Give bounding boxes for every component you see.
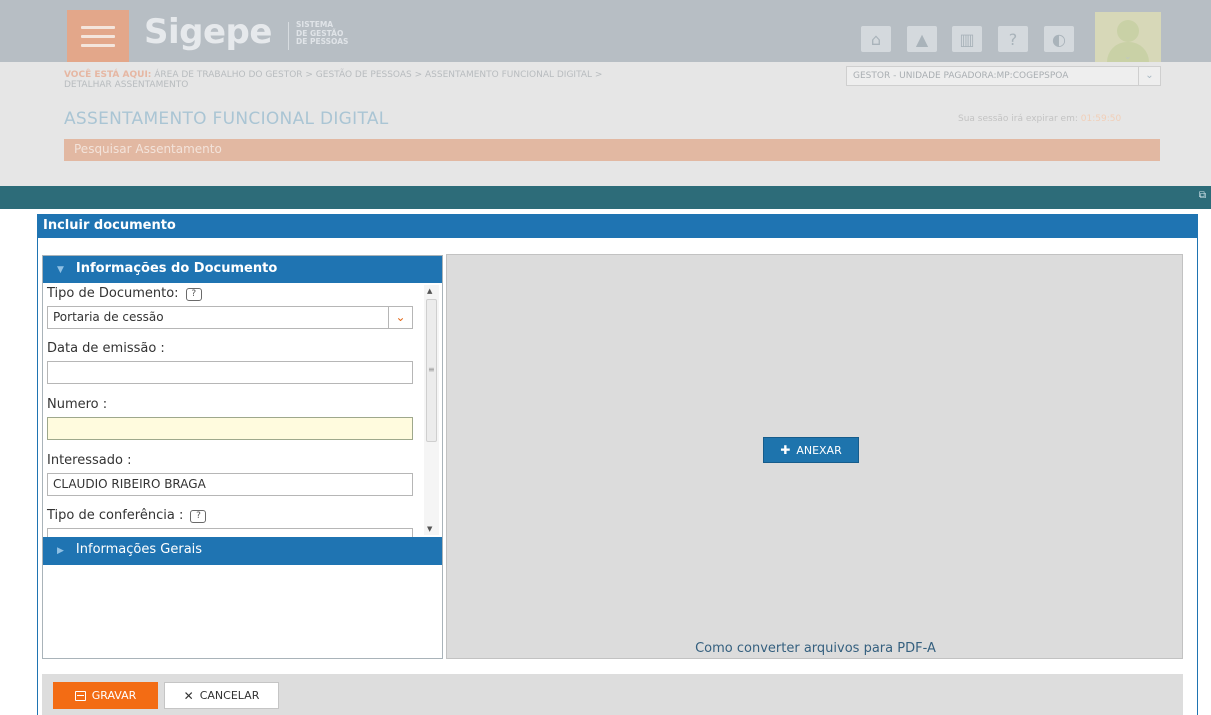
number-field[interactable] <box>47 417 413 440</box>
scroll-up-icon[interactable]: ▲ <box>427 287 432 295</box>
pdf-conversion-link[interactable]: Como converter arquivos para PDF-A <box>447 641 1184 656</box>
contrast-icon[interactable]: ◐ <box>1044 26 1074 52</box>
conference-type-label: Tipo de conferência : ? <box>47 508 207 523</box>
form-scrollbar[interactable]: ▲ ≡ ▼ <box>424 285 439 535</box>
scroll-down-icon[interactable]: ▼ <box>427 525 432 533</box>
dialog-footer: GRAVAR ✕ CANCELAR <box>42 674 1183 715</box>
background-app: Sigepe SISTEMA DE GESTÃO DE PESSOAS ⌂ ▲ … <box>0 0 1211 186</box>
issue-date-field[interactable] <box>47 361 413 384</box>
plus-icon: ✚ <box>780 443 791 457</box>
bell-icon[interactable]: ▲ <box>907 26 937 52</box>
cancel-button[interactable]: ✕ CANCELAR <box>164 682 279 709</box>
app-header: Sigepe SISTEMA DE GESTÃO DE PESSOAS ⌂ ▲ … <box>0 0 1211 62</box>
issue-date-label: Data de emissão : <box>47 341 165 356</box>
document-form-panel: ▼ Informações do Documento Tipo de Docume… <box>42 255 443 659</box>
document-type-select[interactable]: Portaria de cessão ⌄ <box>47 306 413 329</box>
save-icon <box>74 690 86 701</box>
help-icon[interactable]: ? <box>190 510 207 523</box>
grip-icon: ≡ <box>428 365 435 374</box>
accordion-general-info[interactable]: ▶ Informações Gerais <box>43 537 442 565</box>
home-icon[interactable]: ⌂ <box>861 26 891 52</box>
dialog-title: Incluir documento <box>38 214 1197 238</box>
close-icon: ✕ <box>183 688 194 703</box>
help-icon[interactable]: ? <box>185 288 202 301</box>
include-document-dialog: Incluir documento ▼ Informações do Docume… <box>37 214 1198 715</box>
document-type-label: Tipo de Documento: ? <box>47 286 202 301</box>
number-label: Numero : <box>47 397 108 412</box>
popout-icon[interactable]: ⧉ <box>1199 190 1206 201</box>
chevron-down-icon: ▼ <box>57 265 64 275</box>
book-icon[interactable]: ▥ <box>952 26 982 52</box>
app-logo-subtitle: SISTEMA DE GESTÃO DE PESSOAS <box>296 20 349 46</box>
save-button[interactable]: GRAVAR <box>53 682 158 709</box>
search-panel-header[interactable]: Pesquisar Assentamento <box>64 139 1160 161</box>
interested-label: Interessado : <box>47 453 132 468</box>
help-icon[interactable]: ? <box>998 26 1028 52</box>
role-select[interactable]: GESTOR - UNIDADE PAGADORA:MP:COGEPSPOA ⌄ <box>846 66 1161 86</box>
page-title: ASSENTAMENTO FUNCIONAL DIGITAL <box>64 109 389 129</box>
chevron-down-icon: ⌄ <box>388 307 412 328</box>
chevron-down-icon: ⌄ <box>1124 52 1132 62</box>
chevron-down-icon: ⌄ <box>1138 67 1160 85</box>
interested-field[interactable]: CLAUDIO RIBEIRO BRAGA <box>47 473 413 496</box>
menu-icon[interactable] <box>67 10 129 62</box>
conference-type-select[interactable] <box>47 528 413 537</box>
chevron-right-icon: ▶ <box>57 546 64 556</box>
document-info-form: Tipo de Documento: ? Portaria de cessão … <box>43 283 442 537</box>
attachment-panel: ✚ ANEXAR Como converter arquivos para PD… <box>446 254 1183 659</box>
accordion-document-info[interactable]: ▼ Informações do Documento <box>43 256 442 283</box>
session-timer: Sua sessão irá expirar em: 01:59:50 <box>958 114 1122 124</box>
logo-divider <box>288 22 289 50</box>
breadcrumb: VOCÊ ESTÁ AQUI: ÁREA DE TRABALHO DO GEST… <box>64 70 603 90</box>
modal-topbar: ⧉ <box>0 186 1211 209</box>
app-logo: Sigepe <box>144 12 272 52</box>
avatar[interactable]: ⌄ <box>1095 12 1161 62</box>
attach-button[interactable]: ✚ ANEXAR <box>763 437 859 463</box>
